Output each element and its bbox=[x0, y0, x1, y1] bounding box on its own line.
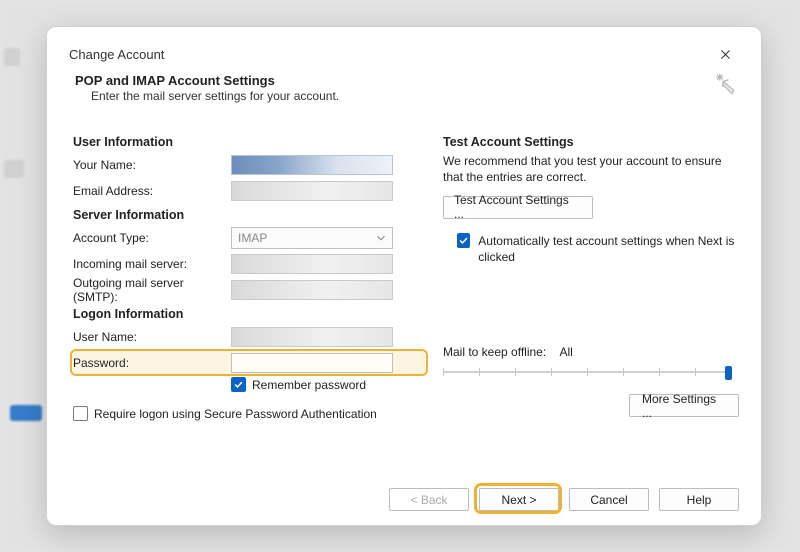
spa-checkbox[interactable] bbox=[73, 406, 88, 421]
slider-thumb[interactable] bbox=[725, 366, 732, 380]
account-type-value: IMAP bbox=[238, 231, 267, 245]
header-title: POP and IMAP Account Settings bbox=[75, 73, 711, 88]
user-info-heading: User Information bbox=[73, 135, 425, 149]
password-label: Password: bbox=[73, 356, 231, 370]
header-subtitle: Enter the mail server settings for your … bbox=[91, 89, 711, 103]
email-label: Email Address: bbox=[73, 184, 231, 198]
mail-offline-label: Mail to keep offline: bbox=[443, 345, 546, 359]
your-name-input[interactable] bbox=[231, 155, 393, 175]
logon-info-heading: Logon Information bbox=[73, 307, 425, 321]
dialog-header: POP and IMAP Account Settings Enter the … bbox=[69, 73, 739, 103]
remember-password-label: Remember password bbox=[252, 378, 366, 392]
mail-offline-section: Mail to keep offline: All bbox=[443, 345, 735, 379]
test-settings-desc: We recommend that you test your account … bbox=[443, 153, 735, 185]
close-icon bbox=[719, 48, 732, 61]
spa-label: Require logon using Secure Password Auth… bbox=[94, 407, 377, 421]
account-type-select[interactable]: IMAP bbox=[231, 227, 393, 249]
remember-password-checkbox[interactable] bbox=[231, 377, 246, 392]
right-column: Test Account Settings We recommend that … bbox=[437, 133, 735, 421]
left-column: User Information Your Name: Email Addres… bbox=[73, 133, 425, 421]
your-name-label: Your Name: bbox=[73, 158, 231, 172]
test-settings-heading: Test Account Settings bbox=[443, 135, 735, 149]
chevron-down-icon bbox=[374, 231, 388, 245]
username-input[interactable] bbox=[231, 327, 393, 347]
incoming-server-input[interactable] bbox=[231, 254, 393, 274]
titlebar: Change Account bbox=[69, 41, 739, 67]
cancel-button[interactable]: Cancel bbox=[569, 488, 649, 511]
auto-test-checkbox[interactable] bbox=[457, 233, 470, 248]
auto-test-label: Automatically test account settings when… bbox=[478, 233, 735, 265]
outgoing-server-input[interactable] bbox=[231, 280, 393, 300]
dialog-footer: < Back Next > Cancel Help bbox=[47, 488, 761, 511]
username-label: User Name: bbox=[73, 330, 231, 344]
window-title: Change Account bbox=[69, 47, 711, 62]
test-account-button[interactable]: Test Account Settings ... bbox=[443, 196, 593, 219]
server-info-heading: Server Information bbox=[73, 208, 425, 222]
password-input[interactable] bbox=[231, 353, 393, 373]
sparkle-icon bbox=[711, 71, 739, 99]
mail-offline-value: All bbox=[560, 345, 573, 359]
incoming-label: Incoming mail server: bbox=[73, 257, 231, 271]
account-type-label: Account Type: bbox=[73, 231, 231, 245]
change-account-dialog: Change Account POP and IMAP Account Sett… bbox=[46, 26, 762, 526]
close-button[interactable] bbox=[711, 43, 739, 65]
outgoing-label: Outgoing mail server (SMTP): bbox=[73, 276, 231, 304]
mail-offline-slider[interactable] bbox=[443, 365, 731, 379]
more-settings-button[interactable]: More Settings ... bbox=[629, 394, 739, 417]
email-input[interactable] bbox=[231, 181, 393, 201]
next-button[interactable]: Next > bbox=[479, 488, 559, 511]
back-button[interactable]: < Back bbox=[389, 488, 469, 511]
help-button[interactable]: Help bbox=[659, 488, 739, 511]
